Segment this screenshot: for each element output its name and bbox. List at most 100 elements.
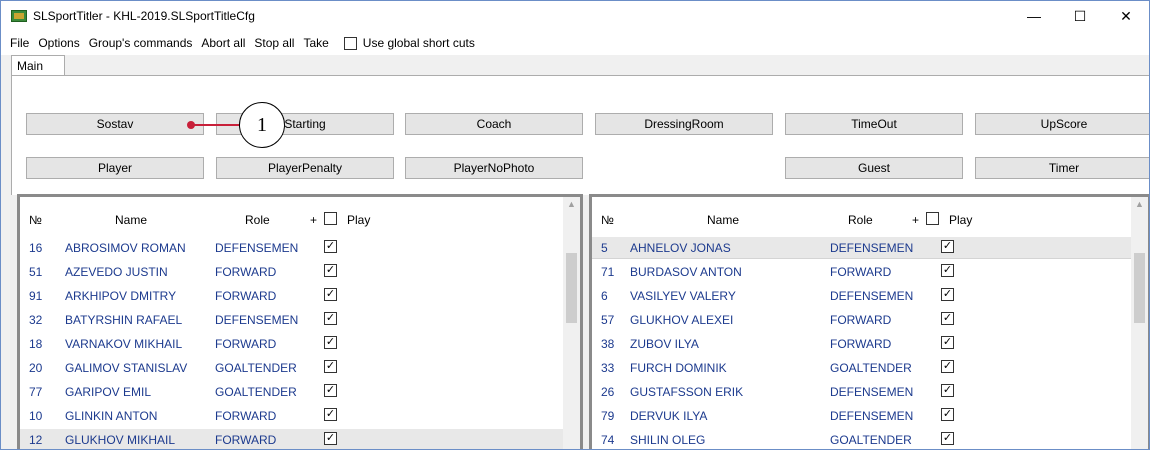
play-checkbox[interactable]: ✓ xyxy=(941,264,954,277)
callout-line xyxy=(191,124,239,126)
playernophoto-button[interactable]: PlayerNoPhoto xyxy=(405,157,583,179)
table-row[interactable]: 12 GLUKHOV MIKHAIL FORWARD ✓ xyxy=(20,429,568,449)
header-plus[interactable]: + xyxy=(310,213,317,227)
header-plus[interactable]: + xyxy=(912,213,919,227)
menu-group-commands[interactable]: Group's commands xyxy=(89,36,193,50)
player-number: 10 xyxy=(29,409,43,423)
play-checkbox[interactable]: ✓ xyxy=(324,264,337,277)
player-name: GLUKHOV ALEXEI xyxy=(630,313,734,327)
close-button[interactable]: ✕ xyxy=(1103,1,1149,31)
player-role: FORWARD xyxy=(215,289,277,303)
player-button[interactable]: Player xyxy=(26,157,204,179)
header-play-checkbox[interactable] xyxy=(324,212,337,225)
play-checkbox[interactable]: ✓ xyxy=(941,288,954,301)
table-row[interactable]: 26 GUSTAFSSON ERIK DEFENSEMEN ✓ xyxy=(592,381,1140,403)
header-role[interactable]: Role xyxy=(245,213,270,227)
table-row[interactable]: 6 VASILYEV VALERY DEFENSEMEN ✓ xyxy=(592,285,1140,307)
table-row[interactable]: 10 GLINKIN ANTON FORWARD ✓ xyxy=(20,405,568,427)
player-name: GUSTAFSSON ERIK xyxy=(630,385,744,399)
timeout-button[interactable]: TimeOut xyxy=(785,113,963,135)
header-number[interactable]: № xyxy=(601,213,614,227)
play-checkbox[interactable]: ✓ xyxy=(941,336,954,349)
play-checkbox[interactable]: ✓ xyxy=(941,432,954,445)
play-checkbox[interactable]: ✓ xyxy=(941,312,954,325)
guest-button[interactable]: Guest xyxy=(785,157,963,179)
left-team-grid: № Name Role + Play 16 ABROSIMOV ROMAN DEFE… xyxy=(17,194,583,449)
table-row[interactable]: 91 ARKHIPOV DMITRY FORWARD ✓ xyxy=(20,285,568,307)
scroll-up-icon[interactable]: ▲ xyxy=(1135,199,1144,209)
scroll-up-icon[interactable]: ▲ xyxy=(567,199,576,209)
play-checkbox[interactable]: ✓ xyxy=(941,240,954,253)
coach-button[interactable]: Coach xyxy=(405,113,583,135)
player-role: DEFENSEMEN xyxy=(830,241,914,255)
header-name[interactable]: Name xyxy=(115,213,147,227)
header-play: Play xyxy=(347,213,371,227)
play-checkbox[interactable]: ✓ xyxy=(324,360,337,373)
player-number: 71 xyxy=(601,265,615,279)
table-row[interactable]: 20 GALIMOV STANISLAV GOALTENDER ✓ xyxy=(20,357,568,379)
minimize-button[interactable]: — xyxy=(1011,1,1057,31)
play-checkbox[interactable]: ✓ xyxy=(324,384,337,397)
player-name: FURCH DOMINIK xyxy=(630,361,727,375)
player-role: DEFENSEMEN xyxy=(830,409,914,423)
player-name: GLINKIN ANTON xyxy=(65,409,158,423)
upscore-button[interactable]: UpScore xyxy=(975,113,1149,135)
tab-strip: Main xyxy=(1,55,1149,76)
play-checkbox[interactable]: ✓ xyxy=(324,432,337,445)
play-checkbox[interactable]: ✓ xyxy=(941,384,954,397)
maximize-button[interactable]: ☐ xyxy=(1057,1,1103,31)
play-checkbox[interactable]: ✓ xyxy=(324,336,337,349)
player-number: 38 xyxy=(601,337,615,351)
table-row[interactable]: 77 GARIPOV EMIL GOALTENDER ✓ xyxy=(20,381,568,403)
dressingroom-button[interactable]: DressingRoom xyxy=(595,113,773,135)
player-name: VASILYEV VALERY xyxy=(630,289,736,303)
table-row[interactable]: 32 BATYRSHIN RAFAEL DEFENSEMEN ✓ xyxy=(20,309,568,331)
play-checkbox[interactable]: ✓ xyxy=(941,408,954,421)
menu-stop-all[interactable]: Stop all xyxy=(254,36,294,50)
playerpenalty-button[interactable]: PlayerPenalty xyxy=(216,157,394,179)
header-role[interactable]: Role xyxy=(848,213,873,227)
menu-abort-all[interactable]: Abort all xyxy=(201,36,245,50)
table-row[interactable]: 16 ABROSIMOV ROMAN DEFENSEMEN ✓ xyxy=(20,237,568,259)
sostav-button[interactable]: Sostav xyxy=(26,113,204,135)
header-number[interactable]: № xyxy=(29,213,42,227)
player-name: GARIPOV EMIL xyxy=(65,385,152,399)
play-checkbox[interactable]: ✓ xyxy=(324,408,337,421)
right-scroll-thumb[interactable] xyxy=(1134,253,1145,323)
player-role: FORWARD xyxy=(830,265,892,279)
table-row[interactable]: 79 DERVUK ILYA DEFENSEMEN ✓ xyxy=(592,405,1140,427)
play-checkbox[interactable]: ✓ xyxy=(324,288,337,301)
player-number: 20 xyxy=(29,361,43,375)
tab-main[interactable]: Main xyxy=(11,55,65,76)
header-play-checkbox[interactable] xyxy=(926,212,939,225)
left-scroll-thumb[interactable] xyxy=(566,253,577,323)
player-name: AZEVEDO JUSTIN xyxy=(65,265,168,279)
table-row[interactable]: 5 AHNELOV JONAS DEFENSEMEN ✓ xyxy=(592,237,1140,259)
table-row[interactable]: 33 FURCH DOMINIK GOALTENDER ✓ xyxy=(592,357,1140,379)
table-row[interactable]: 57 GLUKHOV ALEXEI FORWARD ✓ xyxy=(592,309,1140,331)
global-shortcuts-label: Use global short cuts xyxy=(362,36,475,50)
header-name[interactable]: Name xyxy=(707,213,739,227)
play-checkbox[interactable]: ✓ xyxy=(324,240,337,253)
right-scrollbar[interactable]: ▲ xyxy=(1131,197,1148,449)
play-checkbox[interactable]: ✓ xyxy=(324,312,337,325)
global-shortcuts-toggle[interactable]: Use global short cuts xyxy=(343,36,475,50)
player-number: 79 xyxy=(601,409,615,423)
app-logo-icon xyxy=(11,10,27,22)
table-row[interactable]: 74 SHILIN OLEG GOALTENDER ✓ xyxy=(592,429,1140,449)
table-row[interactable]: 18 VARNAKOV MIKHAIL FORWARD ✓ xyxy=(20,333,568,355)
menu-file[interactable]: File xyxy=(10,36,29,50)
table-row[interactable]: 71 BURDASOV ANTON FORWARD ✓ xyxy=(592,261,1140,283)
table-row[interactable]: 38 ZUBOV ILYA FORWARD ✓ xyxy=(592,333,1140,355)
player-role: FORWARD xyxy=(215,433,277,447)
play-checkbox[interactable]: ✓ xyxy=(941,360,954,373)
table-row[interactable]: 51 AZEVEDO JUSTIN FORWARD ✓ xyxy=(20,261,568,283)
menu-options[interactable]: Options xyxy=(38,36,79,50)
menu-take[interactable]: Take xyxy=(303,36,328,50)
player-role: DEFENSEMEN xyxy=(215,241,299,255)
global-shortcuts-checkbox[interactable] xyxy=(343,36,357,50)
left-scrollbar[interactable]: ▲ xyxy=(563,197,580,449)
timer-button[interactable]: Timer xyxy=(975,157,1149,179)
player-name: AHNELOV JONAS xyxy=(630,241,731,255)
player-role: GOALTENDER xyxy=(215,361,297,375)
